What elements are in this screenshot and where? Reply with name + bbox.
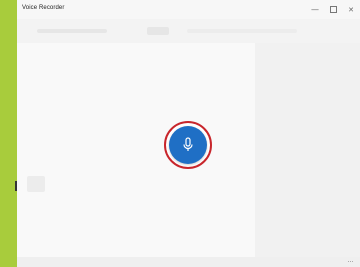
recording-area bbox=[17, 43, 255, 257]
minimize-icon: — bbox=[311, 5, 319, 14]
recordings-panel bbox=[255, 43, 360, 257]
blurred-element bbox=[147, 27, 169, 35]
close-button[interactable]: ✕ bbox=[342, 0, 360, 19]
title-bar: Voice Recorder — ✕ bbox=[17, 0, 360, 19]
minimize-button[interactable]: — bbox=[306, 0, 324, 19]
window-controls: — ✕ bbox=[306, 0, 360, 19]
blurred-element bbox=[187, 29, 297, 33]
blurred-element bbox=[37, 29, 107, 33]
blurred-toolbar bbox=[17, 19, 360, 43]
record-button-highlight bbox=[164, 121, 212, 169]
microphone-icon bbox=[183, 137, 193, 151]
maximize-button[interactable] bbox=[324, 0, 342, 19]
more-options-button[interactable]: ... bbox=[347, 257, 354, 265]
maximize-icon bbox=[329, 6, 337, 13]
command-bar: ... bbox=[17, 257, 360, 267]
app-title: Voice Recorder bbox=[22, 5, 65, 11]
voice-recorder-window: Voice Recorder — ✕ ... bbox=[17, 0, 360, 267]
record-button[interactable] bbox=[169, 126, 207, 164]
blurred-element bbox=[27, 176, 45, 192]
close-icon: ✕ bbox=[348, 5, 354, 14]
